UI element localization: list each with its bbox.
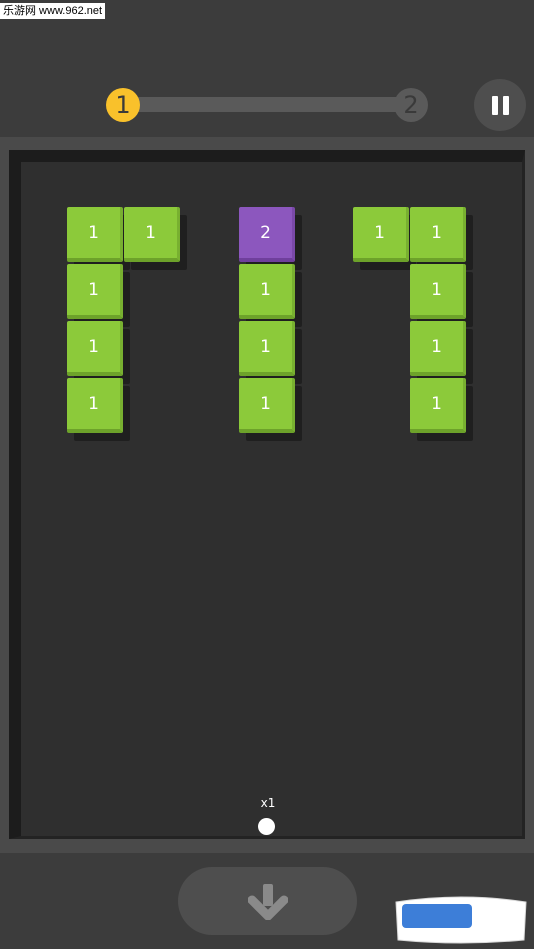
ball-count-label: x1 [260, 796, 276, 810]
block-13: 1 [410, 378, 466, 433]
current-level-badge: 1 [106, 88, 140, 122]
block-12: 1 [410, 321, 466, 376]
block-2: 1 [67, 264, 123, 319]
block-6: 1 [239, 264, 295, 319]
block-8: 1 [239, 378, 295, 433]
block-1: 1 [124, 207, 180, 262]
block-10: 1 [410, 207, 466, 262]
watermark-top: 乐游网 www.962.net [0, 3, 106, 19]
block-0: 1 [67, 207, 123, 262]
block-9: 1 [353, 207, 409, 262]
block-11: 1 [410, 264, 466, 319]
drop-button[interactable] [178, 867, 357, 935]
pause-button[interactable] [474, 79, 526, 131]
watermark-logo [392, 896, 530, 945]
level-progress-track [124, 97, 412, 112]
block-7: 1 [239, 321, 295, 376]
block-3: 1 [67, 321, 123, 376]
block-5: 2 [239, 207, 295, 262]
arrow-down-icon [247, 884, 288, 920]
block-4: 1 [67, 378, 123, 433]
ball [258, 818, 275, 835]
next-level-badge: 2 [394, 88, 428, 122]
pause-icon [491, 95, 509, 115]
